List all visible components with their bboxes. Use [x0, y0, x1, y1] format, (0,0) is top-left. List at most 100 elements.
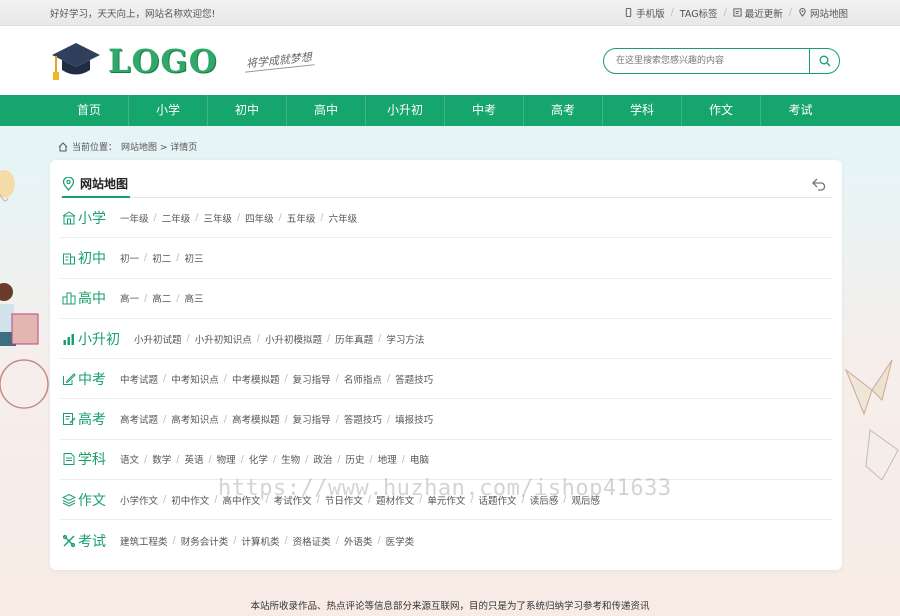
subcategory-link[interactable]: 六年级 [329, 211, 358, 225]
subcategory-link[interactable]: 建筑工程类 [120, 534, 168, 548]
separator: / [419, 494, 423, 506]
subcategory-link[interactable]: 历年真题 [335, 332, 373, 346]
separator: / [563, 494, 567, 506]
tag-link[interactable]: TAG标签 [680, 6, 718, 20]
separator: / [144, 292, 148, 304]
subcategory-link[interactable]: 高三 [184, 291, 203, 305]
nav-item-xiaoshengchu[interactable]: 小升初 [366, 95, 445, 126]
subcategory-link[interactable]: 读后感 [530, 493, 559, 507]
subcategory-list: 小升初试题 / 小升初知识点 / 小升初模拟题 / 历年真题 / 学习方法 [134, 332, 424, 346]
category-link[interactable]: 高考 [62, 409, 120, 429]
nav-item-exam[interactable]: 考试 [761, 95, 840, 126]
subcategory-link[interactable]: 高一 [120, 291, 139, 305]
subcategory-link[interactable]: 计算机类 [241, 534, 279, 548]
subcategory-list: 一年级 / 二年级 / 三年级 / 四年级 / 五年级 / 六年级 [120, 211, 357, 225]
search-button[interactable] [809, 48, 839, 73]
subcategory-link[interactable]: 生物 [281, 452, 300, 466]
subcategory-link[interactable]: 外语类 [344, 534, 373, 548]
subcategory-link[interactable]: 高考模拟题 [232, 412, 280, 426]
site-logo[interactable]: LOGO [50, 39, 218, 83]
category-link[interactable]: 中考 [62, 369, 120, 389]
subcategory-link[interactable]: 物理 [217, 452, 236, 466]
subcategory-link[interactable]: 化学 [249, 452, 268, 466]
nav-item-primary[interactable]: 小学 [129, 95, 208, 126]
subcategory-link[interactable]: 初中作文 [171, 493, 209, 507]
category-link[interactable]: 作文 [62, 490, 120, 510]
subcategory-link[interactable]: 考试作文 [274, 493, 312, 507]
subcategory-link[interactable]: 财务会计类 [181, 534, 229, 548]
subcategory-link[interactable]: 小升初模拟题 [265, 332, 322, 346]
nav-item-gaokao[interactable]: 高考 [524, 95, 603, 126]
subcategory-link[interactable]: 英语 [184, 452, 203, 466]
subcategory-link[interactable]: 单元作文 [427, 493, 465, 507]
subcategory-link[interactable]: 复习指导 [293, 372, 331, 386]
back-arrow-icon[interactable] [812, 178, 828, 191]
subcategory-link[interactable]: 初一 [120, 251, 139, 265]
category-row: 高中 高一 / 高二 / 高三 [60, 279, 832, 319]
subcategory-link[interactable]: 中考模拟题 [232, 372, 280, 386]
subcategory-link[interactable]: 中考试题 [120, 372, 158, 386]
nav-item-junior[interactable]: 初中 [208, 95, 287, 126]
category-link[interactable]: 小升初 [62, 329, 120, 349]
sitemap-link[interactable]: 网站地图 [798, 6, 848, 20]
subcategory-link[interactable]: 复习指导 [293, 412, 331, 426]
nav-item-subjects[interactable]: 学科 [603, 95, 682, 126]
phone-icon [625, 8, 632, 17]
subcategory-link[interactable]: 小升初知识点 [195, 332, 252, 346]
separator: / [670, 7, 674, 18]
category-name: 高中 [78, 291, 106, 308]
subcategory-link[interactable]: 名师指点 [344, 372, 382, 386]
nav-item-zhongkao[interactable]: 中考 [445, 95, 524, 126]
subcategory-link[interactable]: 话题作文 [479, 493, 517, 507]
logo-area: LOGO 将学成就梦想 [50, 39, 315, 83]
subcategory-link[interactable]: 语文 [120, 452, 139, 466]
subcategory-link[interactable]: 节日作文 [325, 493, 363, 507]
subcategory-link[interactable]: 电脑 [410, 452, 429, 466]
subcategory-link[interactable]: 政治 [313, 452, 332, 466]
subcategory-link[interactable]: 小升初试题 [134, 332, 182, 346]
subcategory-link[interactable]: 观后感 [571, 493, 600, 507]
subcategory-link[interactable]: 三年级 [203, 211, 232, 225]
subcategory-link[interactable]: 数学 [152, 452, 171, 466]
nav-item-essay[interactable]: 作文 [682, 95, 761, 126]
category-name: 小升初 [78, 331, 120, 348]
subcategory-link[interactable]: 资格证类 [293, 534, 331, 548]
separator: / [163, 373, 167, 385]
subcategory-link[interactable]: 填报技巧 [395, 412, 433, 426]
subcategory-link[interactable]: 答题技巧 [344, 412, 382, 426]
subcategory-link[interactable]: 历史 [346, 452, 365, 466]
separator: / [386, 373, 391, 385]
subcategory-link[interactable]: 学习方法 [386, 332, 424, 346]
mobile-link[interactable]: 手机版 [624, 6, 665, 20]
recent-updates-link[interactable]: 最近更新 [733, 6, 783, 20]
subcategory-link[interactable]: 小学作文 [120, 493, 158, 507]
subcategory-link[interactable]: 初二 [152, 251, 171, 265]
subcategory-link[interactable]: 高考知识点 [171, 412, 219, 426]
subcategory-link[interactable]: 地理 [378, 452, 397, 466]
search-input[interactable] [604, 48, 809, 73]
subcategory-link[interactable]: 高二 [152, 291, 171, 305]
subcategory-list: 高一 / 高二 / 高三 [120, 291, 203, 306]
subcategory-link[interactable]: 中考知识点 [171, 372, 219, 386]
subcategory-link[interactable]: 题材作文 [376, 493, 414, 507]
subcategory-link[interactable]: 初三 [184, 251, 203, 265]
location-pin-icon [799, 8, 806, 17]
breadcrumb-trail[interactable]: 网站地图 > 详情页 [121, 140, 197, 153]
category-row: 考试 建筑工程类 / 财务会计类 / 计算机类 / 资格证类 / 外语类 / 医学类 [60, 520, 832, 560]
subcategory-link[interactable]: 二年级 [162, 211, 191, 225]
subcategory-link[interactable]: 高考试题 [120, 412, 158, 426]
subcategory-link[interactable]: 四年级 [245, 211, 274, 225]
nav-item-senior[interactable]: 高中 [287, 95, 366, 126]
subcategory-link[interactable]: 高中作文 [222, 493, 260, 507]
category-link[interactable]: 考试 [62, 531, 120, 551]
category-link[interactable]: 学科 [62, 449, 120, 469]
subcategory-link[interactable]: 医学类 [386, 534, 415, 548]
category-link[interactable]: 高中 [62, 288, 120, 308]
category-link[interactable]: 初中 [62, 248, 120, 268]
category-link[interactable]: 小学 [62, 208, 120, 228]
subcategory-link[interactable]: 一年级 [120, 211, 149, 225]
subcategory-link[interactable]: 五年级 [287, 211, 316, 225]
nav-item-home[interactable]: 首页 [50, 95, 129, 126]
logo-text: LOGO [108, 41, 218, 80]
subcategory-link[interactable]: 答题技巧 [395, 372, 433, 386]
